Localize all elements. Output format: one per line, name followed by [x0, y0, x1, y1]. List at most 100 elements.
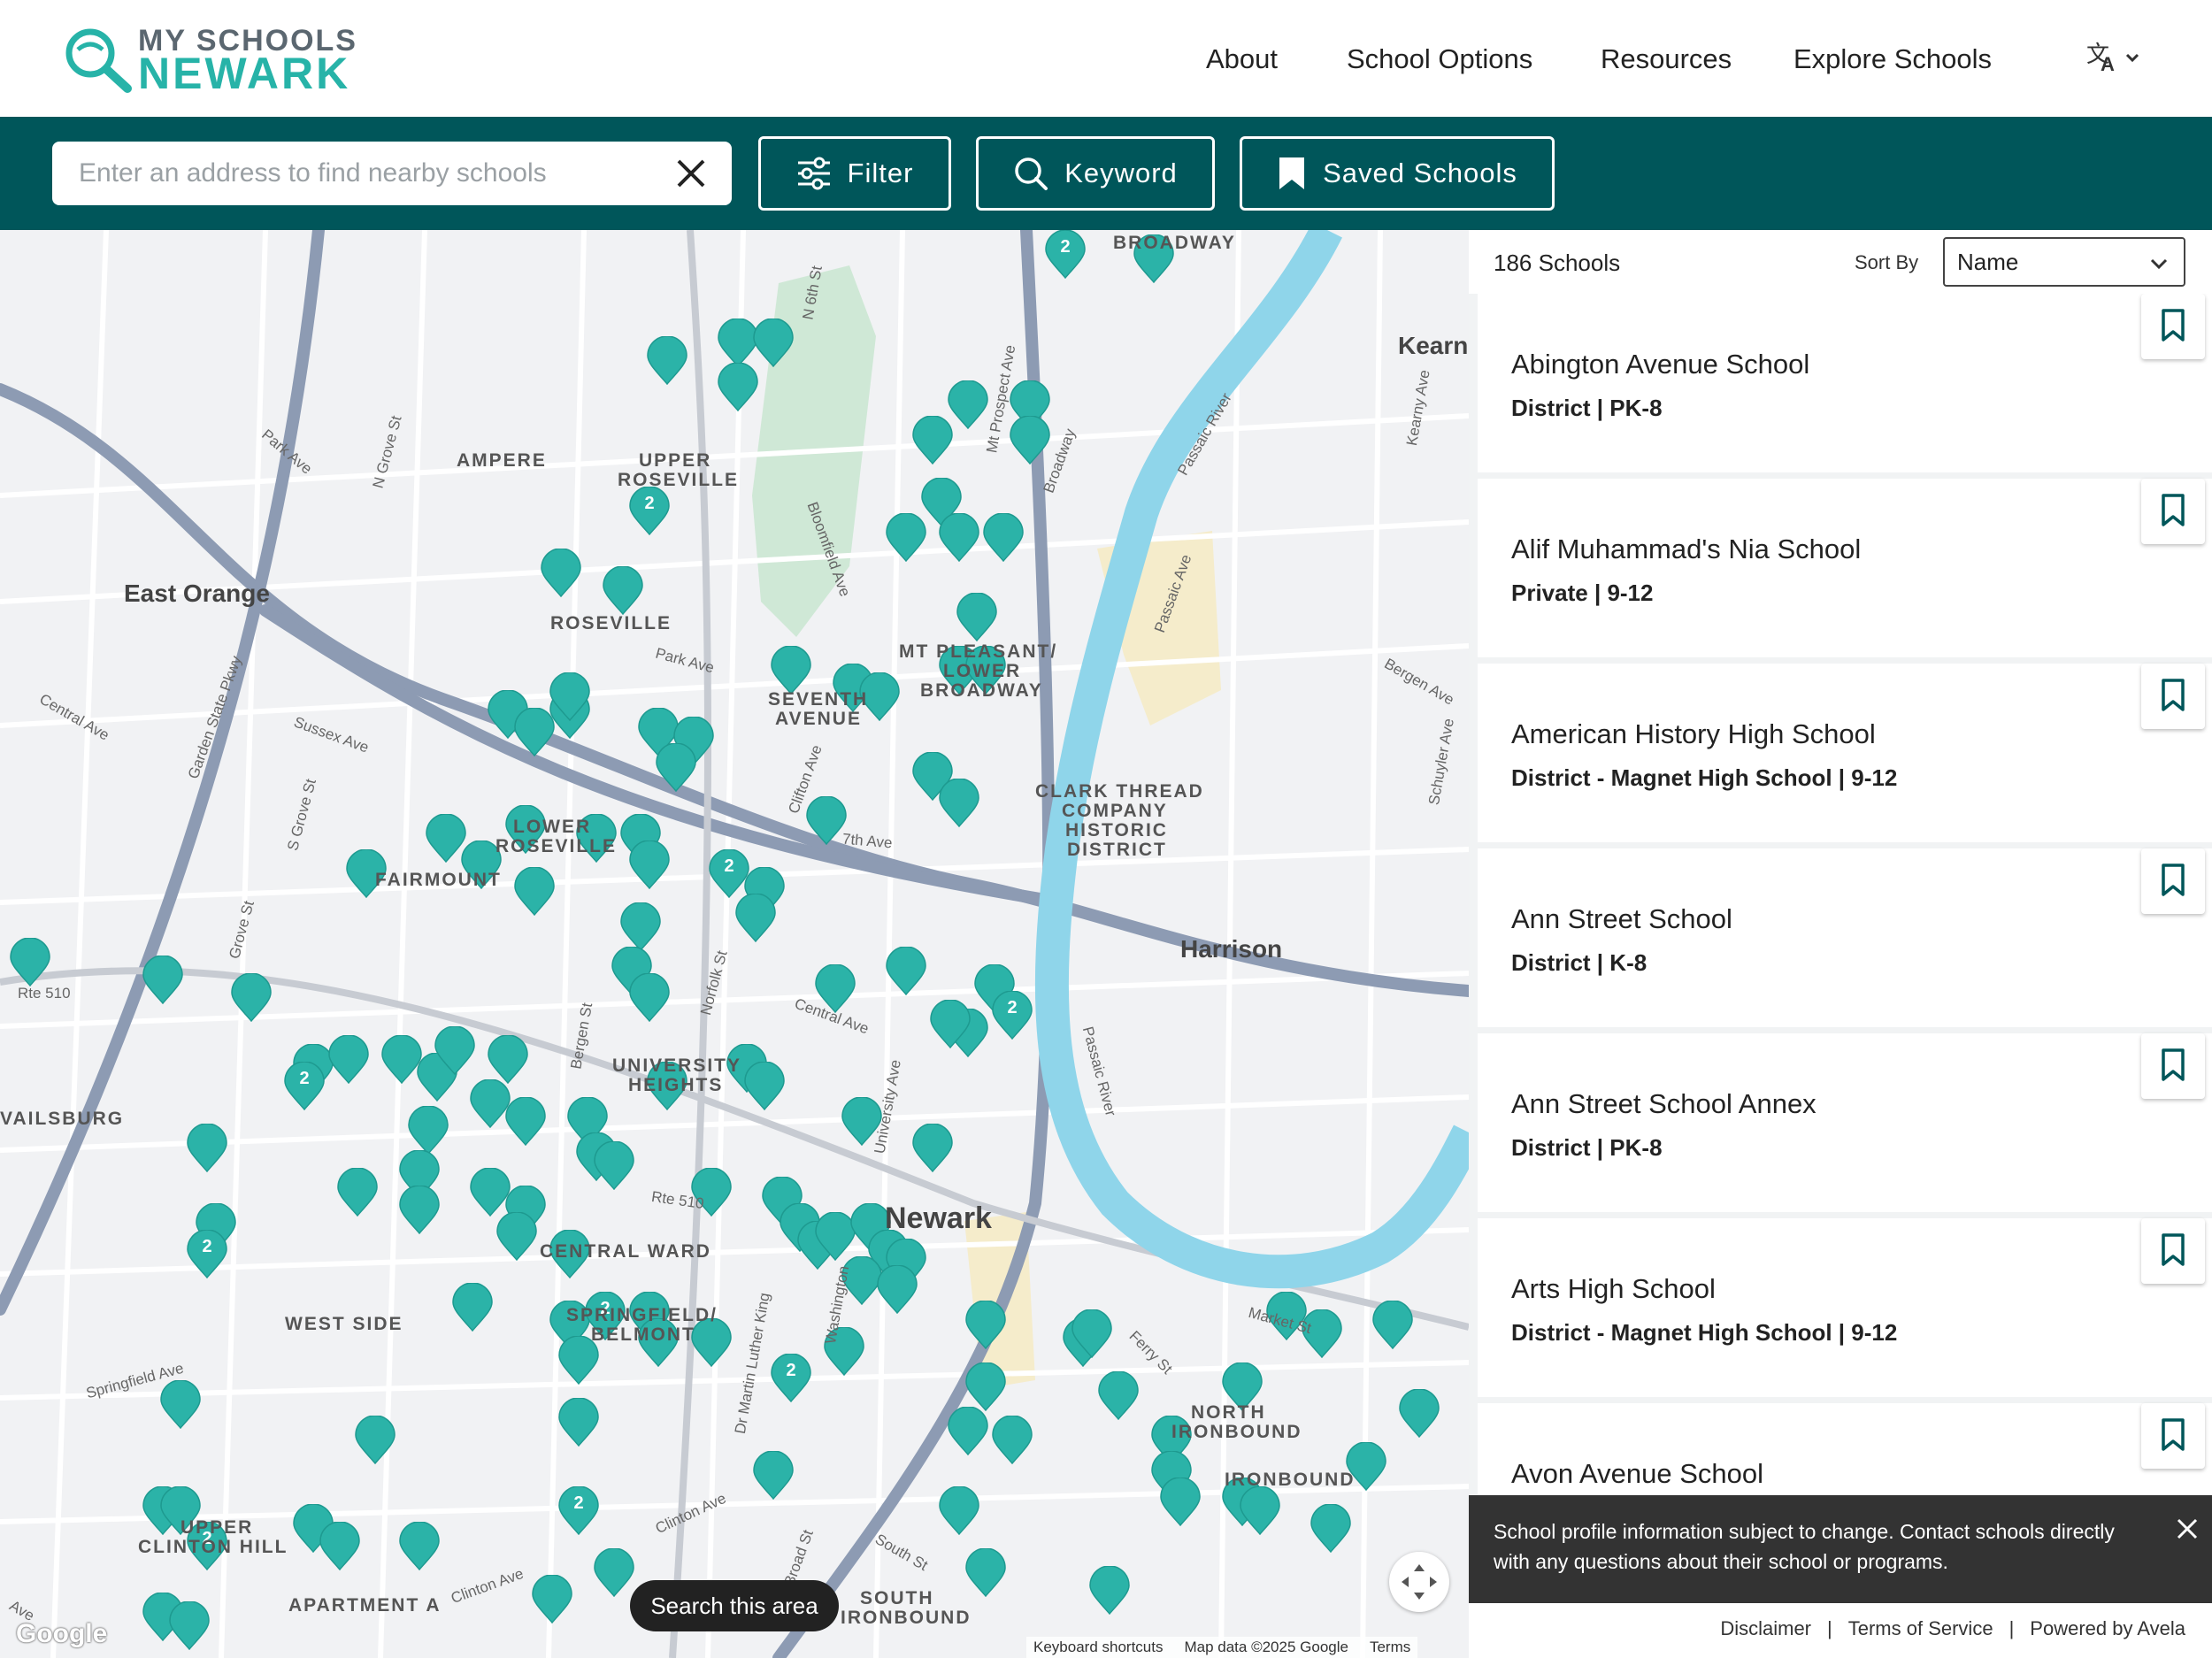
school-pin[interactable]	[159, 1379, 202, 1430]
save-school-button[interactable]	[2141, 294, 2205, 359]
address-search-input[interactable]	[79, 154, 654, 193]
keyboard-shortcuts-link[interactable]: Keyboard shortcuts	[1033, 1637, 1163, 1658]
school-pin[interactable]	[646, 335, 688, 386]
school-pin[interactable]	[1009, 415, 1051, 465]
school-pin[interactable]: 2	[186, 1229, 228, 1279]
school-pin[interactable]	[752, 318, 795, 368]
school-pin[interactable]	[1371, 1300, 1414, 1350]
school-pin[interactable]	[354, 1415, 396, 1465]
school-pin[interactable]	[734, 893, 777, 943]
school-pin[interactable]	[885, 946, 927, 996]
school-pin[interactable]: 2	[283, 1061, 326, 1111]
school-pin[interactable]	[327, 1034, 370, 1085]
school-pin[interactable]	[1159, 1477, 1202, 1527]
school-pin[interactable]	[938, 512, 980, 563]
school-card[interactable]: Arts High School District - Magnet High S…	[1478, 1218, 2212, 1397]
school-pin[interactable]	[557, 1397, 600, 1447]
school-pin[interactable]: 2	[628, 486, 671, 536]
school-pin[interactable]	[628, 972, 671, 1023]
fullscreen-button[interactable]	[1389, 1552, 1449, 1612]
school-pin[interactable]	[142, 955, 184, 1005]
school-card[interactable]: American History High School District - M…	[1478, 664, 2212, 842]
school-card[interactable]: Ann Street School Annex District | PK-8	[1478, 1033, 2212, 1212]
close-icon[interactable]	[2171, 1513, 2203, 1545]
school-pin[interactable]	[982, 512, 1025, 563]
school-pin[interactable]	[628, 840, 671, 890]
school-pin[interactable]	[602, 565, 644, 616]
school-card[interactable]: Ann Street School District | K-8	[1478, 848, 2212, 1027]
school-pin[interactable]	[690, 1317, 733, 1368]
school-pin[interactable]	[752, 1450, 795, 1501]
school-pin[interactable]	[1088, 1565, 1131, 1616]
school-pin[interactable]	[911, 1123, 954, 1173]
school-pin[interactable]: 2	[557, 1485, 600, 1536]
school-pin[interactable]	[770, 645, 812, 695]
school-pin[interactable]	[593, 1547, 635, 1598]
school-pin[interactable]	[531, 1574, 573, 1624]
sort-select[interactable]: Name	[1943, 237, 2185, 287]
school-pin[interactable]	[407, 1105, 449, 1155]
school-pin[interactable]	[451, 1282, 494, 1332]
school-pin[interactable]	[964, 1300, 1007, 1350]
school-pin[interactable]	[487, 1034, 529, 1085]
nav-explore-schools[interactable]: Explore Schools	[1793, 37, 1992, 81]
school-pin[interactable]: 2	[991, 990, 1033, 1040]
school-pin[interactable]: 2	[1044, 230, 1087, 280]
school-pin[interactable]	[947, 1406, 989, 1456]
school-pin[interactable]	[717, 362, 759, 412]
school-pin[interactable]	[593, 1140, 635, 1191]
save-school-button[interactable]	[2141, 479, 2205, 544]
school-pin[interactable]	[1398, 1388, 1440, 1439]
save-school-button[interactable]	[2141, 1033, 2205, 1099]
school-pin[interactable]	[495, 1211, 538, 1262]
school-card[interactable]: Alif Muhammad's Nia School Private | 9-12	[1478, 479, 2212, 657]
school-pin[interactable]	[964, 1362, 1007, 1412]
school-pin[interactable]	[434, 1025, 476, 1076]
school-pin[interactable]	[513, 866, 556, 917]
school-pin[interactable]	[885, 512, 927, 563]
school-pin[interactable]	[540, 548, 582, 598]
powered-by-link[interactable]: Powered by Avela	[2030, 1617, 2185, 1640]
nav-resources[interactable]: Resources	[1601, 37, 1732, 81]
school-pin[interactable]	[964, 1547, 1007, 1598]
school-pin[interactable]	[1239, 1485, 1281, 1536]
school-pin[interactable]	[1310, 1503, 1352, 1554]
school-pin[interactable]	[398, 1185, 441, 1235]
save-school-button[interactable]	[2141, 1403, 2205, 1469]
search-this-area-button[interactable]: Search this area	[630, 1580, 839, 1631]
school-pin[interactable]	[336, 1167, 379, 1217]
logo[interactable]: MY SCHOOLS NEWARK	[62, 23, 363, 96]
school-pin[interactable]	[619, 902, 662, 952]
saved-schools-button[interactable]: Saved Schools	[1240, 136, 1555, 211]
nav-about[interactable]: About	[1206, 37, 1278, 81]
save-school-button[interactable]	[2141, 848, 2205, 914]
school-pin[interactable]	[655, 742, 697, 793]
school-pin[interactable]	[504, 1096, 547, 1147]
school-pin[interactable]	[991, 1415, 1033, 1465]
school-pin[interactable]	[743, 1061, 786, 1111]
save-school-button[interactable]	[2141, 1218, 2205, 1284]
school-pin[interactable]	[230, 972, 273, 1023]
school-pin[interactable]	[1097, 1370, 1140, 1421]
school-pin[interactable]	[805, 795, 848, 846]
clear-search-icon[interactable]	[672, 154, 710, 193]
terms-of-service-link[interactable]: Terms of Service	[1848, 1617, 1993, 1640]
map-terms-link[interactable]: Terms	[1370, 1637, 1410, 1658]
school-pin[interactable]	[929, 999, 972, 1049]
school-pin[interactable]	[319, 1521, 361, 1571]
school-pin[interactable]	[876, 1264, 918, 1315]
school-pin[interactable]	[938, 1485, 980, 1536]
school-card[interactable]: Abington Avenue School District | PK-8	[1478, 294, 2212, 472]
school-pin[interactable]	[398, 1521, 441, 1571]
nav-school-options[interactable]: School Options	[1347, 37, 1532, 81]
language-selector[interactable]: 文 A	[2085, 35, 2147, 80]
school-pin[interactable]	[549, 672, 591, 722]
filter-button[interactable]: Filter	[758, 136, 951, 211]
school-pin[interactable]	[186, 1123, 228, 1173]
school-pin[interactable]	[956, 592, 998, 642]
school-pin[interactable]	[1071, 1309, 1113, 1359]
school-pin[interactable]	[9, 937, 51, 987]
keyword-button[interactable]: Keyword	[976, 136, 1215, 211]
disclaimer-link[interactable]: Disclaimer	[1720, 1617, 1811, 1640]
school-pin[interactable]	[168, 1600, 211, 1651]
